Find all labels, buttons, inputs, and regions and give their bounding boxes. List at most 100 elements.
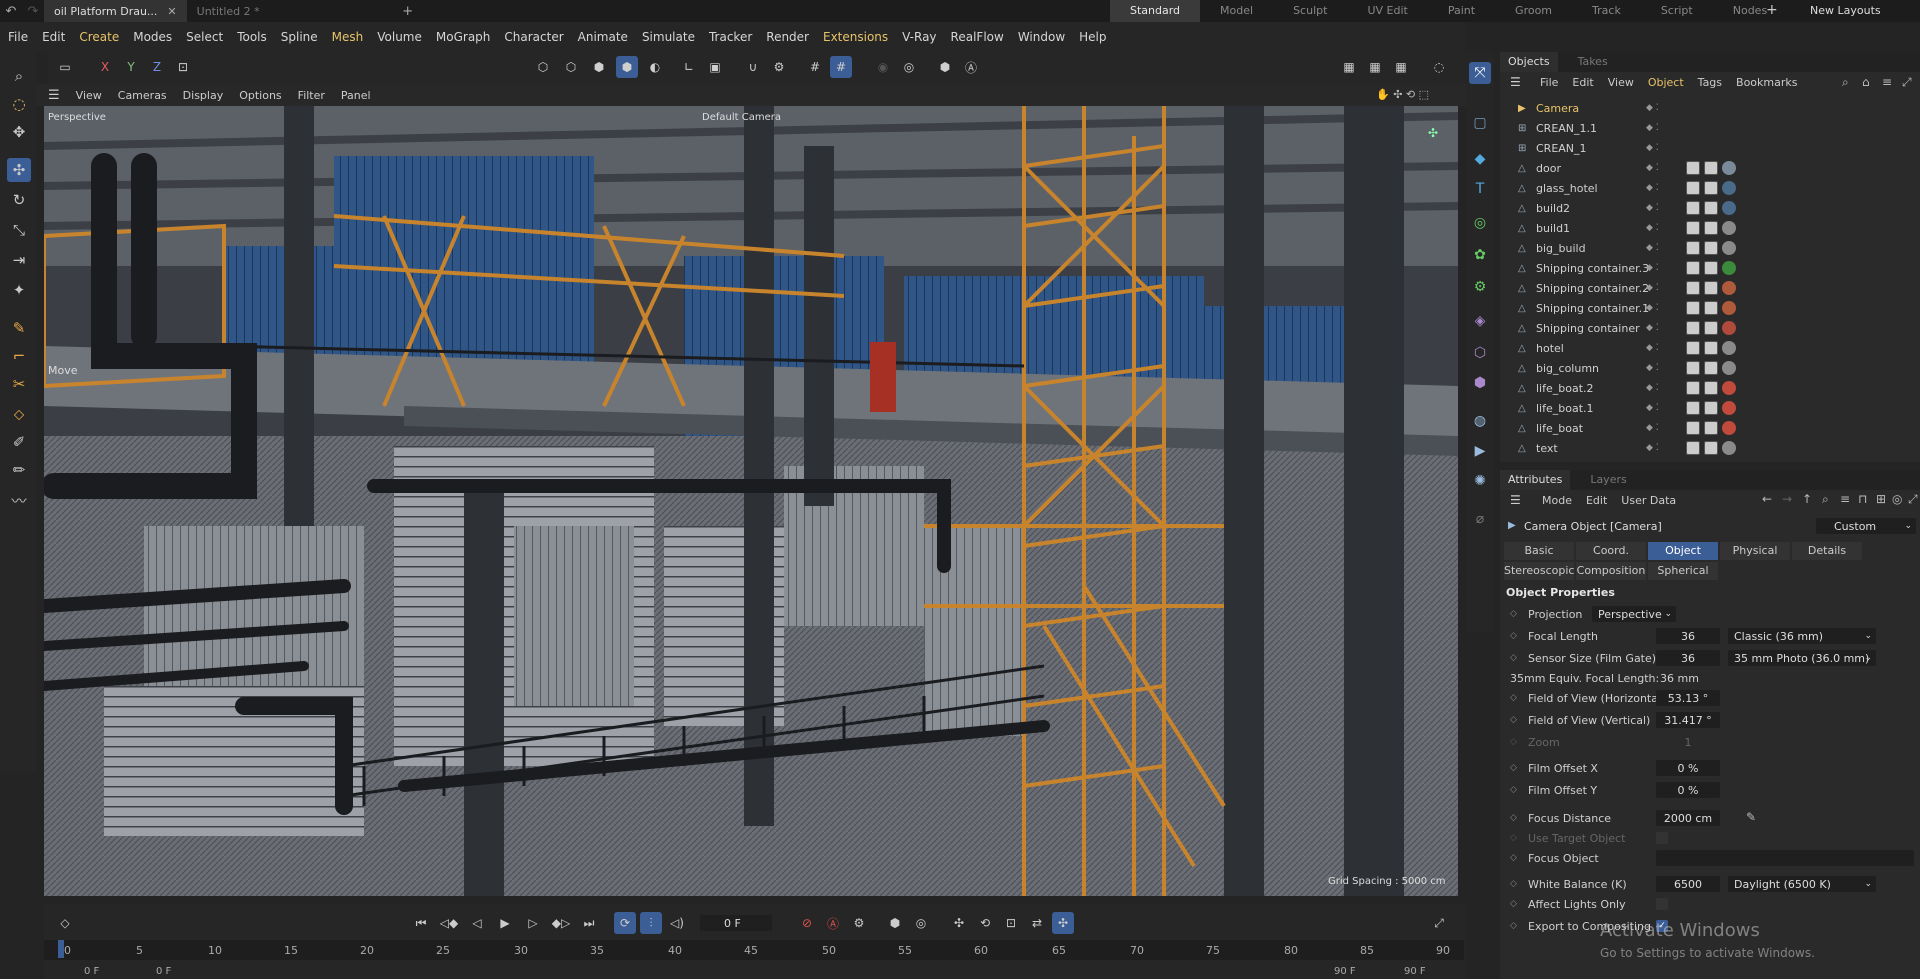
focal-length-input[interactable]: 36 (1656, 628, 1720, 644)
axis-z-button[interactable]: Z (146, 56, 168, 78)
object-row[interactable]: △ build1 ◆ ⁚ (1500, 218, 1920, 238)
layout-tab-model[interactable]: Model (1200, 0, 1273, 22)
render-region-icon[interactable]: ◉ (872, 56, 894, 78)
layout-tab-paint[interactable]: Paint (1428, 0, 1495, 22)
object-row[interactable]: △ door ◆ ⁚ (1500, 158, 1920, 178)
sound-icon[interactable]: ◁) (666, 912, 688, 934)
viewport-menu-filter[interactable]: Filter (298, 89, 325, 102)
layout-tab-groom[interactable]: Groom (1495, 0, 1572, 22)
object-row[interactable]: △ Shipping container ◆ ⁚ (1500, 318, 1920, 338)
focus-object-link-field[interactable] (1656, 850, 1914, 866)
vray-icon[interactable]: ⬢ (934, 56, 956, 78)
doc-tab-inactive[interactable]: Untitled 2 * (187, 0, 307, 22)
attributes-menu-mode[interactable]: Mode (1542, 494, 1572, 507)
subtab-coord[interactable]: Coord. (1576, 542, 1646, 560)
keyframe-diamond-icon[interactable]: ◇ (1510, 879, 1517, 889)
menu-window[interactable]: Window (1018, 30, 1065, 44)
3d-viewport[interactable]: Perspective Default Camera Move Grid Spa… (44, 106, 1458, 896)
material-tag-icon[interactable] (1722, 261, 1736, 275)
sensor-size-input[interactable]: 36 (1656, 650, 1720, 666)
objects-menu-file[interactable]: File (1540, 76, 1558, 89)
visibility-dots-icon[interactable]: ◆ ⁚ (1646, 243, 1659, 253)
visibility-dots-icon[interactable]: ◆ ⁚ (1646, 223, 1659, 233)
paint-icon[interactable]: ⌀ (1469, 508, 1491, 530)
visibility-dots-icon[interactable]: ◆ ⁚ (1646, 143, 1659, 153)
material-tag-icon[interactable] (1722, 201, 1736, 215)
objects-menu-view[interactable]: View (1608, 76, 1634, 89)
redo-icon[interactable]: ↷ (22, 4, 44, 19)
texture-tag-icon[interactable] (1686, 321, 1700, 335)
uvw-tag-icon[interactable] (1704, 241, 1718, 255)
object-row[interactable]: △ text ◆ ⁚ (1500, 438, 1920, 458)
texture-tag-icon[interactable] (1686, 181, 1700, 195)
texture-mode-icon[interactable]: ◐ (644, 56, 666, 78)
previous-frame-icon[interactable]: ◁ (466, 912, 488, 934)
keyframe-diamond-icon[interactable]: ◇ (1510, 853, 1517, 863)
render-to-picture-viewer-icon[interactable]: ▦ (1390, 56, 1412, 78)
range-end-field[interactable]: 90 F (1334, 966, 1356, 977)
menu-extensions[interactable]: Extensions (823, 30, 888, 44)
keyframe-diamond-icon[interactable]: ◇ (1510, 899, 1517, 909)
texture-tag-icon[interactable] (1686, 341, 1700, 355)
expand-icon[interactable]: ⤢ (1908, 492, 1918, 507)
uvw-tag-icon[interactable] (1704, 181, 1718, 195)
texture-tag-icon[interactable] (1686, 401, 1700, 415)
snap-settings-icon[interactable]: ⚙ (768, 56, 790, 78)
search-icon[interactable]: ⌕ (7, 64, 31, 88)
edges-mode-icon[interactable]: ⬡ (560, 56, 582, 78)
visibility-dots-icon[interactable]: ◆ ⁚ (1646, 383, 1659, 393)
grid-snap-icon[interactable]: # (804, 56, 826, 78)
primitive-cube-icon[interactable]: ◆ (1469, 148, 1491, 170)
visibility-dots-icon[interactable]: ◆ ⁚ (1646, 283, 1659, 293)
range-start-field-2[interactable]: 0 F (156, 966, 171, 977)
generator-icon[interactable]: ◎ (1469, 212, 1491, 234)
uvw-tag-icon[interactable] (1704, 401, 1718, 415)
material-tag-icon[interactable] (1722, 281, 1736, 295)
layout-tab-uv-edit[interactable]: UV Edit (1347, 0, 1427, 22)
objects-menu-bookmarks[interactable]: Bookmarks (1736, 76, 1797, 89)
objects-menu-object[interactable]: Object (1648, 76, 1684, 89)
uvw-tag-icon[interactable] (1704, 421, 1718, 435)
tab-objects[interactable]: Objects (1500, 52, 1558, 72)
layout-tab-sculpt[interactable]: Sculpt (1273, 0, 1347, 22)
object-row[interactable]: △ glass_hotel ◆ ⁚ (1500, 178, 1920, 198)
attributes-menu-user-data[interactable]: User Data (1621, 494, 1676, 507)
coordinate-system-icon[interactable]: ⊡ (172, 56, 194, 78)
attributes-menu-edit[interactable]: Edit (1586, 494, 1607, 507)
environment-icon[interactable]: ◍ (1469, 410, 1491, 432)
uvw-tag-icon[interactable] (1704, 381, 1718, 395)
workplane-icon[interactable]: # (830, 56, 852, 78)
menu-tracker[interactable]: Tracker (709, 30, 752, 44)
knife-tool-icon[interactable]: ✂ (7, 372, 31, 396)
material-tag-icon[interactable] (1722, 161, 1736, 175)
points-mode-icon[interactable]: ⬡ (532, 56, 554, 78)
play-icon[interactable]: ▶ (494, 912, 516, 934)
field-icon[interactable]: ◈ (1469, 310, 1491, 332)
viewport-menu-display[interactable]: Display (183, 89, 224, 102)
key-param-icon[interactable]: ⟲ (974, 912, 996, 934)
autokey-icon[interactable]: Ⓐ (822, 912, 844, 934)
visibility-dots-icon[interactable]: ◆ ⁚ (1646, 103, 1659, 113)
record-icon[interactable]: ⊘ (796, 912, 818, 934)
objects-menu-icon[interactable]: ☰ (1510, 75, 1521, 89)
keyframe-mode-icon[interactable]: ◇ (54, 912, 76, 934)
keyframe-diamond-icon[interactable]: ◇ (1510, 693, 1517, 703)
object-row[interactable]: △ hotel ◆ ⁚ (1500, 338, 1920, 358)
texture-tag-icon[interactable] (1686, 261, 1700, 275)
current-frame-field[interactable]: 0 F (700, 915, 772, 931)
previous-key-icon[interactable]: ◁◆ (438, 912, 460, 934)
menu-vray[interactable]: V-Ray (902, 30, 936, 44)
texture-tag-icon[interactable] (1686, 381, 1700, 395)
layout-tab-track[interactable]: Track (1572, 0, 1641, 22)
new-layouts-button[interactable]: New Layouts (1810, 4, 1881, 17)
keyframe-diamond-icon[interactable]: ◇ (1510, 653, 1517, 663)
transfer-tool-icon[interactable]: ⇥ (7, 248, 31, 272)
subtab-composition[interactable]: Composition (1576, 562, 1646, 580)
object-row[interactable]: ⊞ CREAN_1 ◆ ⁚ (1500, 138, 1920, 158)
texture-tag-icon[interactable] (1686, 421, 1700, 435)
affect-lights-checkbox[interactable] (1656, 898, 1668, 910)
texture-tag-icon[interactable] (1686, 361, 1700, 375)
nav-back-icon[interactable]: ← (1762, 492, 1772, 506)
object-row[interactable]: △ Shipping container.2 ◆ ⁚ (1500, 278, 1920, 298)
material-tag-icon[interactable] (1722, 341, 1736, 355)
